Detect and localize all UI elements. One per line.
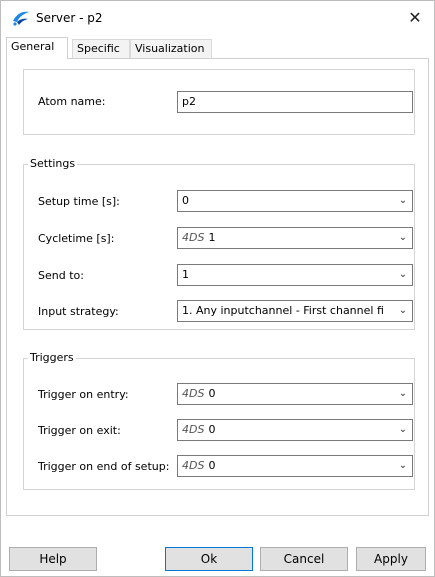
send-to-dropdown[interactable]: 1 ⌄ [177,264,413,286]
cycletime-label: Cycletime [s]: [38,232,115,245]
4ds-prefix: 4DS [182,423,205,436]
server-dialog: Server - p2 ✕ General Specific Visualiza… [0,0,435,577]
cycletime-dropdown[interactable]: 4DS 1 ⌄ [177,227,413,249]
help-button[interactable]: Help [9,547,97,571]
trigger-exit-dropdown[interactable]: 4DS 0 ⌄ [177,419,413,441]
trigger-end-setup-label: Trigger on end of setup: [38,460,170,473]
4ds-prefix: 4DS [182,459,205,472]
send-to-value: 1 [182,268,189,281]
4ds-prefix: 4DS [182,231,205,244]
trigger-entry-dropdown[interactable]: 4DS 0 ⌄ [177,383,413,405]
general-panel: Atom name: p2 Settings Setup time [s]: 0… [6,58,429,516]
close-icon[interactable]: ✕ [404,7,426,29]
settings-group: Settings Setup time [s]: 0 ⌄ Cycletime [… [23,157,415,330]
trigger-exit-label: Trigger on exit: [38,424,121,437]
chevron-down-icon[interactable]: ⌄ [396,420,410,440]
chevron-down-icon[interactable]: ⌄ [396,384,410,404]
tab-specific[interactable]: Specific [72,39,130,58]
chevron-down-icon[interactable]: ⌄ [396,301,410,321]
apply-button[interactable]: Apply [356,547,426,571]
chevron-down-icon[interactable]: ⌄ [396,456,410,476]
trigger-entry-label: Trigger on entry: [38,388,129,401]
chevron-down-icon[interactable]: ⌄ [396,191,410,211]
cycletime-value: 1 [208,231,216,244]
tab-general[interactable]: General [6,37,68,59]
atom-name-label: Atom name: [38,95,106,108]
4ds-prefix: 4DS [182,387,205,400]
send-to-label: Send to: [38,269,84,282]
atom-name-group: Atom name: p2 [23,69,415,135]
ok-button[interactable]: Ok [165,547,253,571]
triggers-legend: Triggers [28,351,76,364]
cancel-button[interactable]: Cancel [260,547,348,571]
triggers-group: Triggers Trigger on entry: 4DS 0 ⌄ Trigge… [23,351,415,490]
app-logo-icon [11,9,31,27]
trigger-end-setup-dropdown[interactable]: 4DS 0 ⌄ [177,455,413,477]
input-strategy-label: Input strategy: [38,305,119,318]
chevron-down-icon[interactable]: ⌄ [396,228,410,248]
trigger-end-setup-value: 0 [208,459,216,472]
title-bar[interactable]: Server - p2 ✕ [1,1,434,35]
tab-visualization[interactable]: Visualization [130,39,212,58]
input-strategy-value: 1. Any inputchannel - First channel fi [182,304,384,317]
atom-name-value: p2 [182,95,196,108]
setup-time-label: Setup time [s]: [38,195,120,208]
settings-legend: Settings [28,157,78,170]
trigger-entry-value: 0 [208,387,216,400]
setup-time-dropdown[interactable]: 0 ⌄ [177,190,413,212]
window-title: Server - p2 [36,11,103,25]
trigger-exit-value: 0 [208,423,216,436]
input-strategy-dropdown[interactable]: 1. Any inputchannel - First channel fi ⌄ [177,300,413,322]
chevron-down-icon[interactable]: ⌄ [396,265,410,285]
atom-name-input[interactable]: p2 [177,91,413,113]
setup-time-value: 0 [182,194,189,207]
